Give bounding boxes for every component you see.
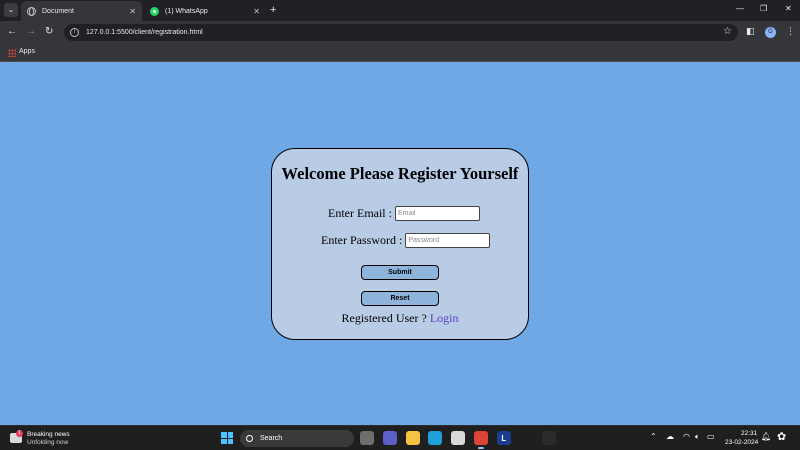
vscode-icon[interactable] [565,431,580,445]
login-link[interactable]: Login [430,311,459,325]
forward-icon[interactable]: → [26,26,36,38]
password-row: Enter Password : [321,233,491,248]
menu-kebab-icon[interactable]: ⋮ [786,26,795,37]
bookmark-star-icon[interactable]: ☆ [723,26,732,37]
clock-time[interactable]: 22:31 [741,430,757,437]
close-window-icon[interactable]: ✕ [785,4,792,13]
copilot-icon[interactable]: ✿ [777,430,786,443]
profile-avatar[interactable]: G [765,27,776,38]
back-icon[interactable]: ← [7,26,17,38]
apps-bookmark[interactable]: Apps [19,48,35,55]
browser-toolbar: ← → ↻ i 127.0.0.1:5500/client/registrati… [0,21,800,44]
tab-close-icon[interactable]: ✕ [253,7,260,16]
teams-icon[interactable] [382,431,397,445]
login-prompt: Registered User ? Login [272,311,528,326]
tab-title: Document [42,7,74,15]
address-bar[interactable]: i 127.0.0.1:5500/client/registration.htm… [64,24,738,41]
taskbar-search[interactable]: Search [240,430,354,447]
password-input[interactable] [405,233,491,248]
tab-strip: ⌄ Document ✕ (1) WhatsApp ✕ + — ❐ ✕ [0,0,800,21]
task-view-icon[interactable] [360,431,374,445]
start-menu-icon[interactable] [221,432,233,444]
tab-title: (1) WhatsApp [165,7,208,15]
news-title[interactable]: Breaking news [27,431,70,438]
edge-icon[interactable] [428,431,443,445]
registration-card: Welcome Please Register Yourself Enter E… [271,148,529,340]
taskbar: 1 Breaking news Unfolding now Search L ⌃… [0,425,800,450]
tab-whatsapp[interactable]: (1) WhatsApp ✕ [144,1,266,21]
tray-chevron-icon[interactable]: ⌃ [650,432,657,441]
search-text: Search [260,435,283,442]
page-title: Welcome Please Register Yourself [281,164,519,183]
url-text: 127.0.0.1:5500/client/registration.html [86,29,203,36]
restore-icon[interactable]: ❐ [760,4,767,13]
news-subtitle[interactable]: Unfolding now [27,439,68,446]
news-badge: 1 [16,430,23,437]
cortana-icon[interactable] [519,431,534,445]
battery-icon[interactable]: ▭ [707,432,715,441]
wifi-icon[interactable]: ◠ [683,432,690,441]
clock-date[interactable]: 23-02-2024 [725,439,758,446]
l-app-icon[interactable]: L [496,431,511,445]
password-label: Enter Password : [321,233,403,247]
tab-close-icon[interactable]: ✕ [129,7,136,16]
store-icon[interactable] [451,431,466,445]
notification-bell-icon[interactable]: 🔔︎ [761,432,771,441]
bookmarks-bar: Apps [0,44,800,62]
side-panel-icon[interactable]: ◧ [746,26,755,37]
cloud-offline-icon[interactable]: ☁ [666,432,674,441]
whatsapp-icon [150,6,159,16]
tab-search-chevron-icon[interactable]: ⌄ [4,3,18,17]
globe-icon [27,6,36,16]
email-row: Enter Email : [328,206,480,221]
registered-user-text: Registered User ? [341,311,427,325]
apps-grid-icon[interactable] [8,49,16,57]
search-icon [246,435,253,442]
chrome-icon[interactable] [474,431,488,449]
terminal-icon[interactable] [542,431,557,445]
file-explorer-icon[interactable] [405,431,420,445]
reload-icon[interactable]: ↻ [45,26,53,38]
new-tab-button[interactable]: + [270,3,276,17]
submit-button[interactable]: Submit [361,265,439,280]
minimize-icon[interactable]: — [736,4,744,13]
tab-document[interactable]: Document ✕ [21,1,142,21]
site-info-icon[interactable]: i [70,28,79,37]
email-label: Enter Email : [328,206,392,220]
volume-icon[interactable]: 🔈︎ [695,432,700,442]
email-input[interactable] [394,206,480,221]
reset-button[interactable]: Reset [361,291,439,306]
